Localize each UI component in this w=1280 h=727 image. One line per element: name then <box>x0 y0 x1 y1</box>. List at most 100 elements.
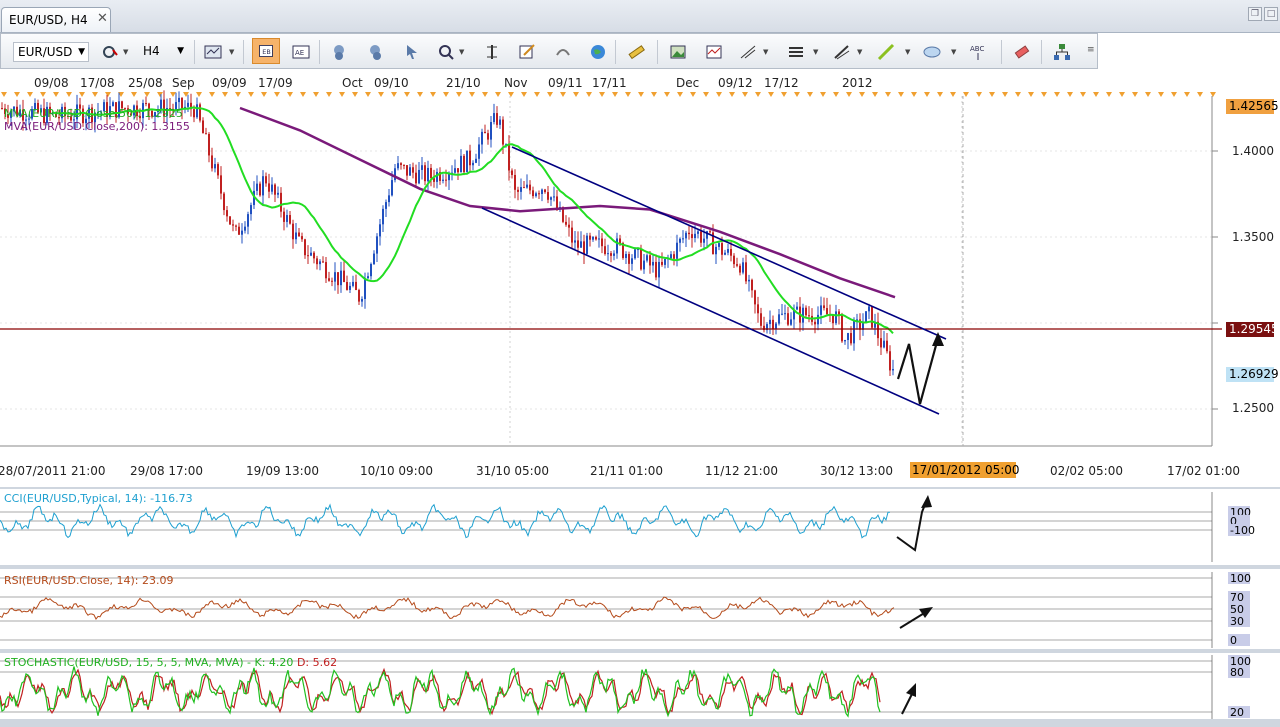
candle-body <box>610 253 612 256</box>
top-axis-label: Sep <box>172 76 195 90</box>
candle-body <box>598 238 600 240</box>
candle-body <box>652 261 654 266</box>
top-axis-label: Dec <box>676 76 699 90</box>
session-marker <box>612 92 618 97</box>
time-cursor-label: 17/01/2012 05:00 <box>912 463 1020 477</box>
session-marker <box>326 92 332 97</box>
candle-body <box>301 236 303 240</box>
top-axis-label: 17/09 <box>258 76 293 90</box>
chart-canvas[interactable]: 09/08 17/08 25/08 Sep 09/09 17/09 Oct 09/10 21/1… <box>0 0 1280 727</box>
candle-body <box>832 315 834 324</box>
session-marker <box>1080 92 1086 97</box>
candle-body <box>709 231 711 233</box>
candle-body <box>325 262 327 279</box>
candle-body <box>733 255 735 265</box>
candle-body <box>547 192 549 200</box>
candle-body <box>262 176 264 196</box>
candle-body <box>406 165 408 176</box>
candle-body <box>742 262 744 273</box>
candle-body <box>745 262 747 282</box>
candle-body <box>352 281 354 286</box>
session-marker <box>1067 92 1073 97</box>
candle-body <box>853 321 855 344</box>
candle-body <box>316 258 318 265</box>
candle-body <box>796 306 798 310</box>
main-grid <box>0 96 1212 446</box>
candle-body <box>784 313 786 315</box>
candle-body <box>670 254 672 259</box>
session-marker <box>872 92 878 97</box>
candle-body <box>187 102 189 107</box>
session-marker <box>1197 92 1203 97</box>
time-axis-label: 29/08 17:00 <box>130 464 203 478</box>
level-label: 0 <box>1230 634 1237 647</box>
time-axis-label: 21/11 01:00 <box>590 464 663 478</box>
candle-body <box>220 175 222 194</box>
top-axis-label: Oct <box>342 76 363 90</box>
candle-body <box>580 241 582 248</box>
candle-body <box>295 232 297 240</box>
candle-body <box>355 281 357 291</box>
candle-body <box>196 104 198 118</box>
session-marker <box>508 92 514 97</box>
candle-body <box>193 109 195 118</box>
candle-body <box>655 261 657 278</box>
candle-body <box>277 192 279 195</box>
candle-body <box>343 270 345 282</box>
bottom-scrollbar[interactable] <box>0 719 1280 727</box>
candle-body <box>361 298 363 302</box>
session-marker <box>196 92 202 97</box>
session-marker <box>534 92 540 97</box>
candle-body <box>112 102 114 107</box>
candle-body <box>178 97 180 103</box>
candle-body <box>748 279 750 282</box>
session-marker <box>469 92 475 97</box>
candle-body <box>805 307 807 316</box>
session-marker <box>456 92 462 97</box>
candle-body <box>373 253 375 265</box>
candle-body <box>607 253 609 255</box>
candle-body <box>385 202 387 209</box>
candle-body <box>226 210 228 217</box>
session-marker <box>1054 92 1060 97</box>
candle-body <box>613 253 615 256</box>
top-axis-label: 09/12 <box>718 76 753 90</box>
candle-body <box>376 236 378 254</box>
candle-body <box>358 290 360 302</box>
session-marker <box>690 92 696 97</box>
candle-body <box>241 230 243 235</box>
session-marker <box>261 92 267 97</box>
session-marker <box>365 92 371 97</box>
candle-body <box>571 227 573 243</box>
candle-body <box>271 184 273 192</box>
candle-body <box>619 238 621 244</box>
session-marker <box>235 92 241 97</box>
session-marker <box>1028 92 1034 97</box>
session-marker <box>898 92 904 97</box>
stoch-d-value: D: 5.62 <box>296 656 338 669</box>
session-marker <box>1132 92 1138 97</box>
candle-body <box>496 113 498 125</box>
session-marker <box>911 92 917 97</box>
session-marker <box>209 92 215 97</box>
candle-body <box>628 254 630 264</box>
channel-lower-line <box>481 207 940 415</box>
candle-body <box>601 238 603 247</box>
session-marker <box>79 92 85 97</box>
candle-body <box>421 165 423 170</box>
candle-body <box>697 231 699 234</box>
session-marker <box>924 92 930 97</box>
session-marker <box>820 92 826 97</box>
time-axis-label: 30/12 13:00 <box>820 464 893 478</box>
candle-body <box>298 232 300 237</box>
session-marker <box>53 92 59 97</box>
session-marker <box>430 92 436 97</box>
rsi-legend: RSI(EUR/USD.Close, 14): 23.09 <box>4 574 174 587</box>
top-axis-label: 17/08 <box>80 76 115 90</box>
candle-body <box>682 238 684 240</box>
candle-body <box>871 306 873 328</box>
candle-body <box>484 131 486 134</box>
candle-body <box>700 231 702 243</box>
candle-body <box>727 249 729 253</box>
candle-body <box>538 193 540 195</box>
